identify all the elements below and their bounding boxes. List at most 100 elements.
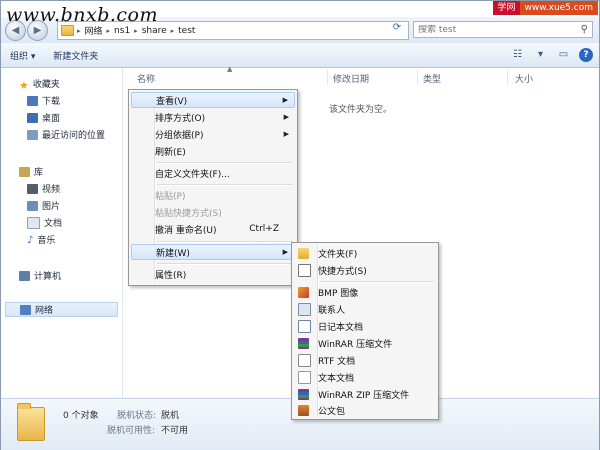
submenu-item-shortcut[interactable]: 快捷方式(S) (294, 262, 436, 278)
winrar-icon (298, 337, 309, 349)
menu-item-paste-shortcut[interactable]: 粘贴快捷方式(S) (131, 204, 295, 220)
menu-separator (157, 184, 293, 186)
breadcrumb-share[interactable]: share (138, 26, 171, 36)
menu-item-label: 日记本文档 (318, 322, 364, 333)
submenu-item-contact[interactable]: 联系人 (294, 301, 436, 317)
menu-item-label: 文本文档 (318, 373, 355, 384)
offline-status-value: 脱机 (161, 411, 180, 421)
menu-item-paste[interactable]: 粘贴(P) (131, 187, 295, 203)
nav-music[interactable]: ♪ 音乐 (27, 232, 55, 247)
nav-label: 下载 (42, 97, 61, 107)
column-header-name[interactable]: 名称 (137, 72, 155, 85)
context-menu: 查看(V) ▶ 排序方式(O) ▶ 分组依据(P) ▶ 刷新(E) 自定义文件夹… (128, 89, 298, 286)
column-divider[interactable] (417, 70, 418, 84)
nav-pictures[interactable]: 图片 (27, 198, 60, 213)
submenu-item-bmp[interactable]: BMP 图像 (294, 284, 436, 300)
command-bar: 组织 ▾ 新建文件夹 ☷ ▾ ▭ ? (1, 43, 599, 68)
breadcrumb-ns1[interactable]: ns1 (110, 26, 134, 36)
menu-item-shortcut: Ctrl+Z (249, 224, 279, 234)
menu-item-label: BMP 图像 (318, 288, 359, 299)
nav-label: 收藏夹 (32, 80, 60, 90)
submenu-item-folder[interactable]: 文件夹(F) (294, 245, 436, 261)
nav-videos[interactable]: 视频 (27, 181, 60, 196)
sort-up-icon: ▲ (227, 65, 233, 73)
computer-icon (19, 270, 30, 281)
nav-desktop[interactable]: 桌面 (27, 110, 60, 125)
nav-documents[interactable]: 文档 (27, 215, 62, 230)
submenu-item-winrar[interactable]: WinRAR 压缩文件 (294, 335, 436, 351)
column-header-date[interactable]: 修改日期 (333, 72, 369, 85)
folder-icon (298, 247, 309, 259)
nav-computer[interactable]: 计算机 (19, 268, 61, 283)
submenu-item-text[interactable]: 文本文档 (294, 369, 436, 385)
organize-button[interactable]: 组织 ▾ (1, 49, 44, 62)
menu-item-group[interactable]: 分组依据(P) ▶ (131, 126, 295, 142)
menu-item-properties[interactable]: 属性(R) (131, 266, 295, 282)
nav-downloads[interactable]: 下载 (27, 93, 60, 108)
column-header-type[interactable]: 类型 (423, 72, 441, 85)
video-icon (27, 183, 38, 194)
nav-favorites[interactable]: ★ 收藏夹 (19, 76, 60, 92)
submenu-item-rtf[interactable]: RTF 文档 (294, 352, 436, 368)
offline-status-label: 脱机状态: (117, 411, 157, 421)
menu-separator (157, 162, 293, 164)
column-divider[interactable] (327, 70, 328, 84)
contact-card-icon (298, 302, 311, 316)
submenu-item-winrar-zip[interactable]: WinRAR ZIP 压缩文件 (294, 386, 436, 402)
view-options-icon[interactable]: ☷ (510, 47, 525, 62)
watermark-badge: 学网 (493, 1, 520, 15)
menu-item-label: 联系人 (318, 305, 346, 316)
folder-icon (17, 403, 45, 441)
menu-item-label: 公文包 (318, 406, 346, 417)
menu-item-label: RTF 文档 (318, 356, 356, 367)
menu-item-label: 分组依据(P) (155, 130, 204, 141)
menu-item-view[interactable]: 查看(V) ▶ (131, 92, 295, 108)
menu-item-label: 排序方式(O) (155, 113, 206, 124)
empty-folder-message: 该文件夹为空。 (329, 105, 393, 115)
forward-arrow-icon: ▶ (33, 25, 42, 36)
downloads-icon (27, 95, 38, 106)
search-box[interactable]: ⚲ (413, 21, 593, 38)
folder-icon (61, 25, 74, 36)
nav-recent[interactable]: 最近访问的位置 (27, 127, 105, 142)
navigation-pane: ★ 收藏夹 下载 桌面 最近访问的位置 库 视频 图片 文档 ♪ 音乐 计算机 … (1, 68, 123, 398)
submenu-item-journal[interactable]: 日记本文档 (294, 318, 436, 334)
menu-item-label: 查看(V) (156, 96, 188, 107)
library-icon (19, 166, 30, 177)
search-icon[interactable]: ⚲ (581, 24, 588, 35)
offline-availability-label: 脱机可用性: (107, 426, 156, 436)
search-input[interactable] (418, 24, 568, 35)
pictures-icon (27, 200, 38, 211)
submenu-arrow-icon: ▶ (282, 248, 288, 256)
menu-item-label: 新建(W) (156, 248, 190, 259)
toolbar-right: ☷ ▾ ▭ ? (510, 47, 593, 62)
nav-label: 视频 (42, 185, 61, 195)
column-divider[interactable] (507, 70, 508, 84)
offline-availability-value: 不可用 (161, 426, 189, 436)
menu-item-sort[interactable]: 排序方式(O) ▶ (131, 109, 295, 125)
nav-network[interactable]: 网络 (5, 302, 118, 317)
breadcrumb-test[interactable]: test (174, 26, 199, 36)
refresh-icon[interactable]: ⟳ (389, 22, 405, 37)
nav-label: 库 (34, 168, 44, 178)
help-icon[interactable]: ? (579, 47, 593, 62)
submenu-item-briefcase[interactable]: 公文包 (294, 402, 436, 418)
menu-item-label: 刷新(E) (155, 147, 186, 158)
column-header-size[interactable]: 大小 (515, 72, 533, 85)
new-folder-button[interactable]: 新建文件夹 (44, 49, 107, 62)
menu-item-new[interactable]: 新建(W) ▶ (131, 244, 295, 260)
documents-icon (27, 216, 40, 229)
menu-item-customize[interactable]: 自定义文件夹(F)... (131, 165, 295, 181)
new-submenu: 文件夹(F) 快捷方式(S) BMP 图像 联系人 日记本文档 WinRAR 压… (291, 242, 439, 420)
rtf-document-icon (298, 353, 311, 367)
menu-item-label: 快捷方式(S) (318, 266, 367, 277)
nav-label: 最近访问的位置 (42, 131, 106, 141)
preview-pane-icon[interactable]: ▭ (556, 47, 571, 62)
menu-item-refresh[interactable]: 刷新(E) (131, 143, 295, 159)
menu-item-label: 文件夹(F) (318, 249, 358, 260)
nav-libraries[interactable]: 库 (19, 164, 43, 179)
recent-places-icon (27, 129, 38, 140)
chevron-down-icon[interactable]: ▾ (533, 47, 548, 62)
back-arrow-icon: ◀ (11, 25, 20, 36)
menu-item-undo-rename[interactable]: 撤消 重命名(U) Ctrl+Z (131, 221, 295, 237)
